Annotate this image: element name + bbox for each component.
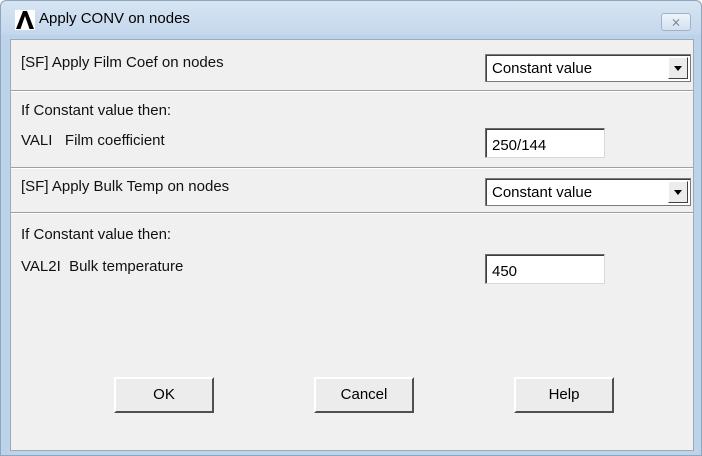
chevron-down-icon[interactable] (668, 181, 688, 203)
film-coefficient-label: VALI Film coefficient (21, 132, 165, 149)
bulk-temp-dropdown[interactable]: Constant value (485, 178, 691, 206)
film-condition-label: If Constant value then: (21, 102, 172, 119)
dialog-body: [SF] Apply Film Coef on nodes Constant v… (10, 39, 694, 451)
bulk-temp-label: [SF] Apply Bulk Temp on nodes (21, 178, 230, 195)
film-coef-dropdown[interactable]: Constant value (485, 54, 691, 82)
section-divider (11, 90, 693, 92)
film-coef-dropdown-value: Constant value (492, 60, 593, 77)
bulk-temp-dropdown-value: Constant value (492, 184, 593, 201)
title-bar[interactable]: Apply CONV on nodes ⨯ (1, 1, 701, 35)
section-divider (11, 212, 693, 214)
dialog-window: Apply CONV on nodes ⨯ [SF] Apply Film Co… (0, 0, 702, 456)
bulk-temperature-input[interactable] (485, 254, 605, 284)
film-coefficient-input[interactable] (485, 128, 605, 158)
bulk-temperature-label: VAL2I Bulk temperature (21, 258, 184, 275)
ok-button[interactable]: OK (114, 377, 214, 413)
chevron-down-icon[interactable] (668, 57, 688, 79)
film-coef-label: [SF] Apply Film Coef on nodes (21, 54, 224, 71)
bulk-condition-label: If Constant value then: (21, 226, 172, 243)
close-icon: ⨯ (670, 15, 682, 29)
help-button[interactable]: Help (514, 377, 614, 413)
cancel-button[interactable]: Cancel (314, 377, 414, 413)
ansys-logo-icon (15, 10, 35, 30)
window-title: Apply CONV on nodes (39, 10, 190, 27)
section-divider (11, 167, 693, 169)
close-button[interactable]: ⨯ (661, 13, 691, 31)
